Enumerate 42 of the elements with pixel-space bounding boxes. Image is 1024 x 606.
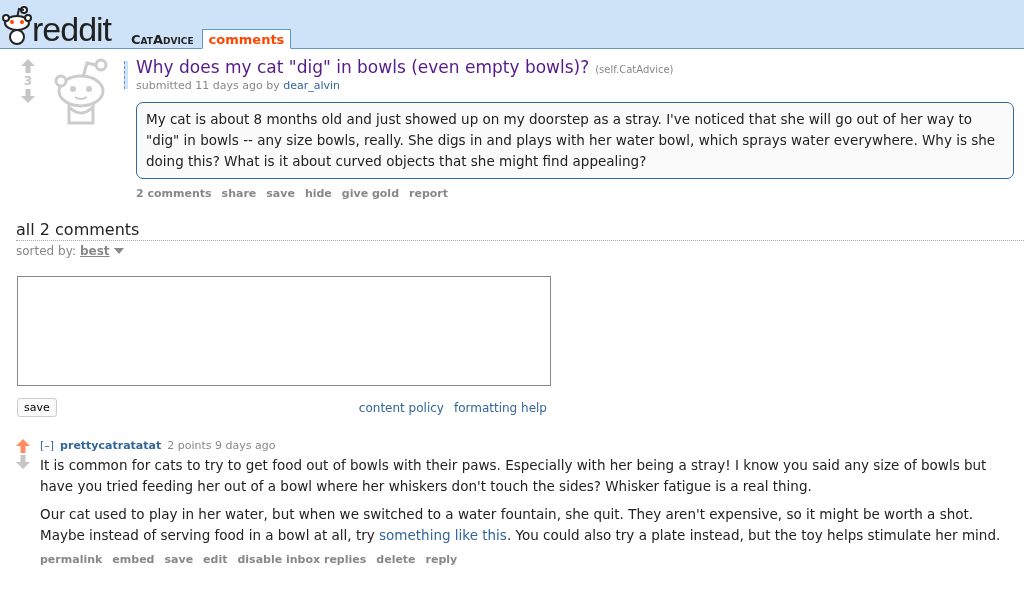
- upvote-arrow-icon[interactable]: [21, 59, 35, 73]
- author-link[interactable]: dear_alvin: [283, 79, 341, 92]
- comment-action-link[interactable]: permalink: [40, 553, 103, 566]
- post-action-link[interactable]: give gold: [341, 187, 399, 200]
- tagline-text: submitted 11 days ago by: [136, 79, 280, 92]
- comment-action-link[interactable]: save: [164, 553, 194, 566]
- comment-action-link[interactable]: delete: [376, 553, 416, 566]
- downvote-arrow-icon[interactable]: [21, 89, 35, 103]
- post-title[interactable]: Why does my cat "dig" in bowls (even empty bowls)?: [136, 57, 590, 77]
- post-action-link[interactable]: report: [409, 187, 448, 200]
- post-domain[interactable]: (self.CatAdvice): [595, 64, 674, 75]
- self-post-marker-icon: [124, 61, 128, 89]
- help-link[interactable]: formatting help: [453, 400, 547, 415]
- comment-action-link[interactable]: edit: [203, 553, 228, 566]
- comment-action-link[interactable]: disable inbox replies: [237, 553, 367, 566]
- comment-paragraph: Our cat used to play in her water, but when we switched to a water fountain, she quit. They aren't expensive, so it might be worth a shot. Maybe instead of serving food in a bowl at all, try something like this. You could also try a plate instead, but the toy helps stimulate her mind.: [40, 505, 1002, 545]
- comments-heading: all 2 comments: [16, 220, 1024, 241]
- downvote-arrow-icon[interactable]: [16, 455, 30, 469]
- comment-paragraph: It is common for cats to try to get food out of bowls with their paws. Especially with her being a stray! I know you said any size of bowls but have you tried feeding her out of a bowl where her whiskers don't touch the sides? Whisker fatigue is a real thing.: [40, 456, 988, 496]
- sorted-label: sorted by:: [16, 244, 76, 258]
- caret-icon[interactable]: [113, 248, 124, 254]
- post-action-link[interactable]: save: [266, 187, 295, 200]
- alien-mascot-icon[interactable]: [2, 6, 32, 46]
- logo-wordmark[interactable]: reddit: [32, 12, 112, 46]
- sort-dropdown[interactable]: best: [79, 244, 110, 258]
- comment-input-field[interactable]: [17, 276, 551, 386]
- comment-action-link[interactable]: reply: [425, 553, 458, 566]
- author-link[interactable]: prettycatratatat: [60, 439, 162, 452]
- post-action-link[interactable]: hide: [304, 187, 332, 200]
- selftext-body: My cat is about 8 months old and just showed up on my doorstep as a stray. I've noticed that she will go out of her way to "dig" in bowls -- any size bowls, really. She digs in and plays with her water bowl, which sprays water everywhere. Why is she doing this? What is it about curved objects that she might find appealing?: [136, 102, 1014, 179]
- comment-action-link[interactable]: embed: [112, 553, 155, 566]
- help-link[interactable]: content policy: [358, 400, 444, 415]
- upvote-arrow-icon[interactable]: [16, 439, 30, 453]
- collapse-toggle[interactable]: [–]: [40, 439, 55, 452]
- save-button[interactable]: save: [17, 398, 57, 417]
- tab[interactable]: comments: [201, 29, 292, 49]
- inline-link[interactable]: something like this: [379, 527, 507, 543]
- post-action-link[interactable]: share: [221, 187, 257, 200]
- comment-meta: 2 points 9 days ago: [167, 439, 276, 452]
- post-action-link[interactable]: 2 comments: [136, 187, 212, 200]
- score: 3: [23, 74, 33, 88]
- subreddit-name[interactable]: CatAdvice: [131, 32, 194, 47]
